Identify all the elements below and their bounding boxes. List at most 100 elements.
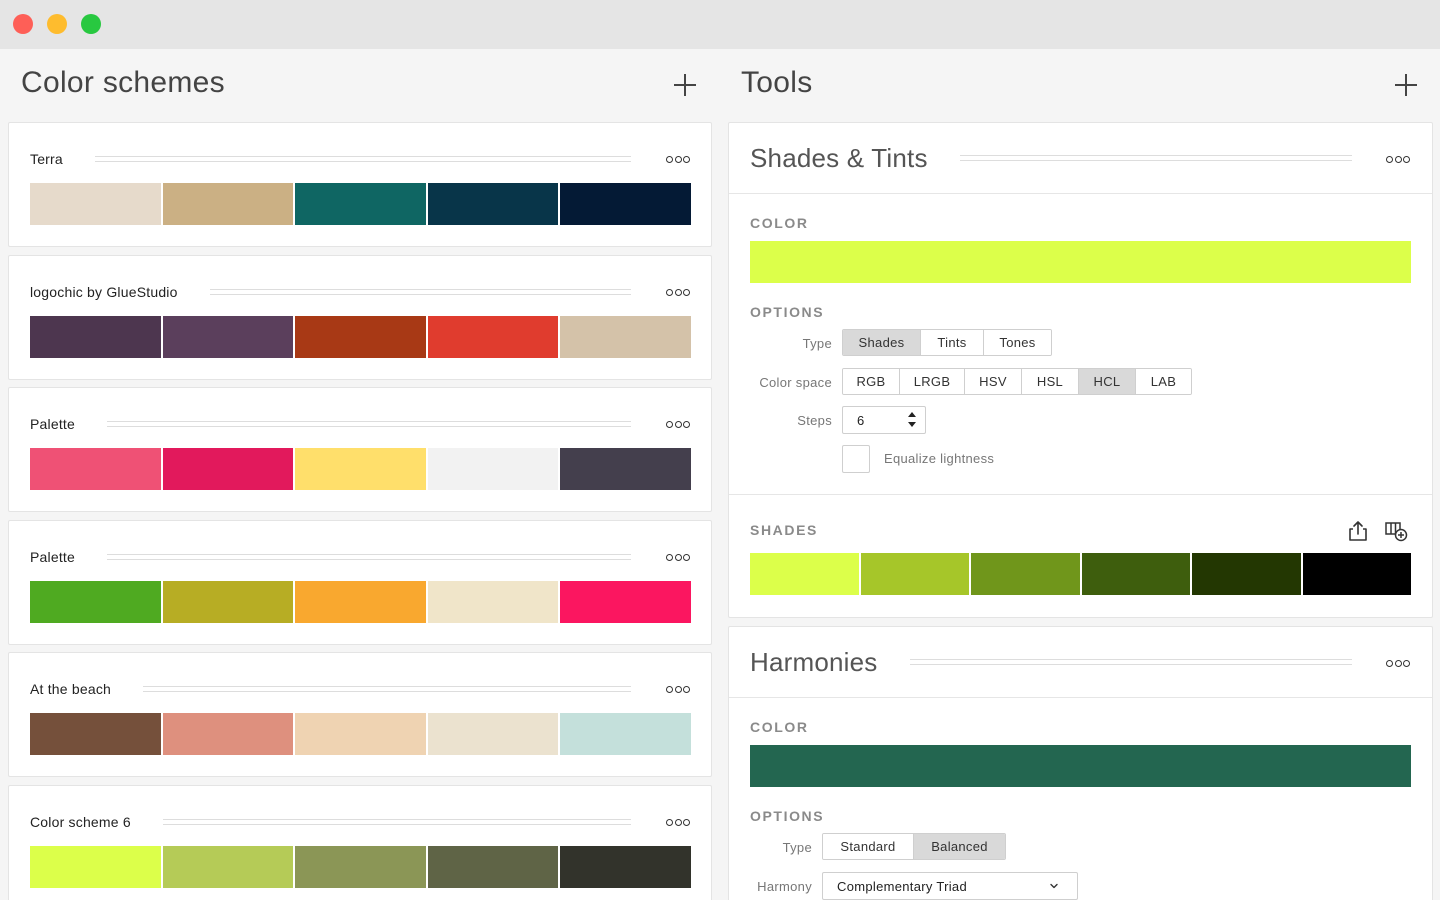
color-section-label: COLOR xyxy=(750,215,809,231)
shade-swatch[interactable] xyxy=(1302,553,1411,595)
base-color-swatch[interactable] xyxy=(750,241,1411,283)
window-titlebar xyxy=(0,0,1440,49)
divider xyxy=(729,193,1432,194)
divider xyxy=(729,494,1432,495)
segment-option-tints[interactable]: Tints xyxy=(921,330,984,355)
scheme-name: Color scheme 6 xyxy=(30,814,131,830)
color-swatch[interactable] xyxy=(295,316,426,358)
shade-swatch[interactable] xyxy=(971,553,1080,595)
segment-option-rgb[interactable]: RGB xyxy=(843,369,900,394)
color-swatch[interactable] xyxy=(162,846,294,888)
divider xyxy=(729,697,1432,698)
segment-option-hsv[interactable]: HSV xyxy=(965,369,1022,394)
equalize-lightness-checkbox[interactable] xyxy=(842,445,870,473)
color-swatch[interactable] xyxy=(427,846,559,888)
scheme-card[interactable]: Palette xyxy=(8,520,712,645)
harmonies-more-icon[interactable] xyxy=(1386,658,1410,668)
color-swatch[interactable] xyxy=(427,183,559,225)
scheme-card[interactable]: At the beach xyxy=(8,652,712,777)
color-swatch[interactable] xyxy=(560,316,691,358)
color-swatch[interactable] xyxy=(295,846,426,888)
shades-tints-header: Shades & Tints xyxy=(750,143,1352,173)
color-swatch[interactable] xyxy=(30,713,161,755)
more-options-icon[interactable] xyxy=(666,287,690,297)
segment-option-balanced[interactable]: Balanced xyxy=(914,834,1005,859)
scheme-header: logochic by GlueStudio xyxy=(30,284,631,300)
more-options-icon[interactable] xyxy=(666,817,690,827)
harmonies-card: Harmonies COLOR OPTIONS Type Standard Bal… xyxy=(728,626,1433,900)
share-icon[interactable] xyxy=(1346,519,1370,543)
segment-option-hsl[interactable]: HSL xyxy=(1022,369,1079,394)
color-swatch[interactable] xyxy=(162,448,294,490)
scheme-swatches xyxy=(30,183,691,225)
segment-option-lab[interactable]: LAB xyxy=(1136,369,1191,394)
shade-swatch[interactable] xyxy=(1192,553,1301,595)
scheme-swatches xyxy=(30,448,691,490)
color-swatch[interactable] xyxy=(295,448,426,490)
color-swatch[interactable] xyxy=(30,316,161,358)
close-window-button[interactable] xyxy=(13,14,33,34)
add-scheme-plus-icon[interactable] xyxy=(674,74,696,96)
scheme-card[interactable]: Terra xyxy=(8,122,712,247)
add-scheme-icon[interactable] xyxy=(1384,519,1408,543)
segment-option-tones[interactable]: Tones xyxy=(984,330,1051,355)
color-swatch[interactable] xyxy=(427,448,559,490)
shades-tints-more-icon[interactable] xyxy=(1386,154,1410,164)
color-swatch[interactable] xyxy=(162,183,294,225)
chevron-down-icon xyxy=(1050,883,1058,889)
more-options-icon[interactable] xyxy=(666,684,690,694)
color-swatch[interactable] xyxy=(427,581,559,623)
color-swatch[interactable] xyxy=(30,183,161,225)
color-swatch[interactable] xyxy=(560,581,691,623)
header-rule xyxy=(107,554,631,560)
scheme-name: At the beach xyxy=(30,681,112,697)
segment-option-hcl[interactable]: HCL xyxy=(1079,369,1136,394)
stepper-arrows-icon[interactable] xyxy=(907,410,917,430)
scheme-card[interactable]: Color scheme 6 xyxy=(8,785,712,900)
scheme-name: logochic by GlueStudio xyxy=(30,284,178,300)
scheme-swatches xyxy=(30,846,691,888)
color-swatch[interactable] xyxy=(560,713,691,755)
add-tool-plus-icon[interactable] xyxy=(1395,74,1417,96)
color-swatch[interactable] xyxy=(162,581,294,623)
more-options-icon[interactable] xyxy=(666,419,690,429)
color-swatch[interactable] xyxy=(295,183,426,225)
more-options-icon[interactable] xyxy=(666,552,690,562)
options-section-label: OPTIONS xyxy=(750,808,825,824)
scheme-swatches xyxy=(30,316,691,358)
color-space-segmented-control: RGB LRGB HSV HSL HCL LAB xyxy=(842,368,1192,395)
tools-title: Tools xyxy=(741,66,813,99)
shades-strip xyxy=(750,553,1411,595)
shade-swatch[interactable] xyxy=(1081,553,1190,595)
scheme-card[interactable]: Palette xyxy=(8,387,712,512)
color-swatch[interactable] xyxy=(30,581,161,623)
harmony-select[interactable]: Complementary Triad xyxy=(822,872,1078,900)
color-swatch[interactable] xyxy=(427,713,559,755)
base-color-swatch[interactable] xyxy=(750,745,1411,787)
scheme-card[interactable]: logochic by GlueStudio xyxy=(8,255,712,380)
zoom-window-button[interactable] xyxy=(81,14,101,34)
color-swatch[interactable] xyxy=(560,846,691,888)
options-section-label: OPTIONS xyxy=(750,304,825,320)
segment-option-standard[interactable]: Standard xyxy=(823,834,914,859)
color-swatch[interactable] xyxy=(162,316,294,358)
color-swatch[interactable] xyxy=(162,713,294,755)
header-rule xyxy=(162,819,631,825)
segment-option-shades[interactable]: Shades xyxy=(843,330,921,355)
scheme-name: Terra xyxy=(30,151,63,167)
shade-swatch[interactable] xyxy=(750,553,859,595)
steps-stepper[interactable]: 6 xyxy=(842,406,926,434)
minimize-window-button[interactable] xyxy=(47,14,67,34)
color-swatch[interactable] xyxy=(295,581,426,623)
more-options-icon[interactable] xyxy=(666,154,690,164)
color-swatch[interactable] xyxy=(30,846,161,888)
scheme-header: Palette xyxy=(30,549,631,565)
color-swatch[interactable] xyxy=(295,713,426,755)
color-swatch[interactable] xyxy=(560,183,691,225)
color-swatch[interactable] xyxy=(30,448,161,490)
segment-option-lrgb[interactable]: LRGB xyxy=(900,369,965,394)
color-swatch[interactable] xyxy=(427,316,559,358)
shade-swatch[interactable] xyxy=(860,553,969,595)
harmony-label: Harmony xyxy=(757,879,812,894)
color-swatch[interactable] xyxy=(560,448,691,490)
